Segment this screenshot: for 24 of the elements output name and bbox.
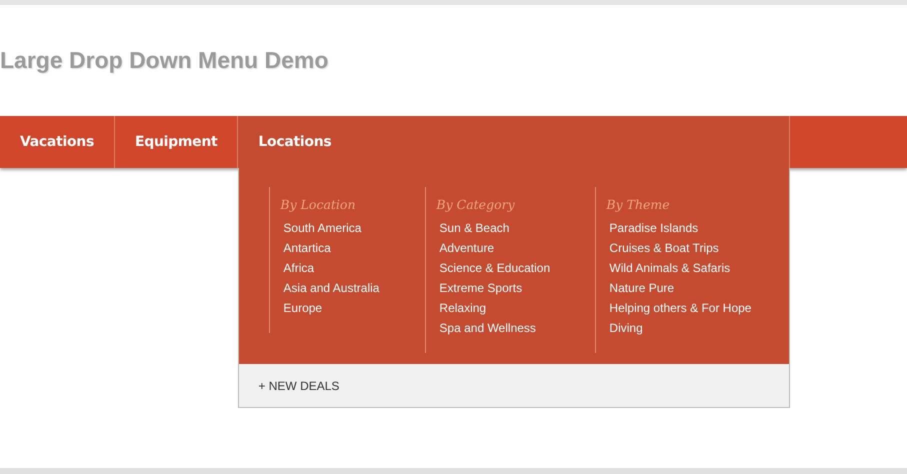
new-deals-link[interactable]: + NEW DEALS xyxy=(258,378,340,392)
dropdown-link[interactable]: Diving xyxy=(606,318,786,338)
dropdown-link[interactable]: Science & Education xyxy=(436,258,596,278)
dropdown-link[interactable]: Nature Pure xyxy=(606,278,786,298)
dropdown-link[interactable]: Paradise Islands xyxy=(606,218,786,238)
column-heading: By Location xyxy=(280,197,357,212)
column-heading: By Category xyxy=(436,197,516,212)
dropdown-link[interactable]: Relaxing xyxy=(436,298,596,318)
dropdown-link[interactable]: Extreme Sports xyxy=(436,278,596,298)
dropdown-link[interactable]: Adventure xyxy=(436,238,596,258)
dropdown-link[interactable]: South America xyxy=(280,218,426,238)
page-title: Large Drop Down Menu Demo xyxy=(0,46,330,75)
dropdown-link[interactable]: Africa xyxy=(280,258,426,278)
dropdown-link[interactable]: Wild Animals & Safaris xyxy=(606,258,786,278)
column-heading: By Theme xyxy=(606,197,671,212)
dropdown-link[interactable]: Europe xyxy=(280,298,426,318)
menu-item[interactable]: Equipment xyxy=(114,116,238,168)
dropdown-link[interactable]: Antartica xyxy=(280,238,426,258)
dropdown-link[interactable]: Cruises & Boat Trips xyxy=(606,238,786,258)
dropdown-link[interactable]: Sun & Beach xyxy=(436,218,596,238)
dropdown-link[interactable]: Asia and Australia xyxy=(280,278,426,298)
menu-item[interactable]: Vacations xyxy=(0,116,114,168)
dropdown-link[interactable]: Helping others & For Hope xyxy=(606,298,786,318)
dropdown-link[interactable]: Spa and Wellness xyxy=(436,318,596,338)
